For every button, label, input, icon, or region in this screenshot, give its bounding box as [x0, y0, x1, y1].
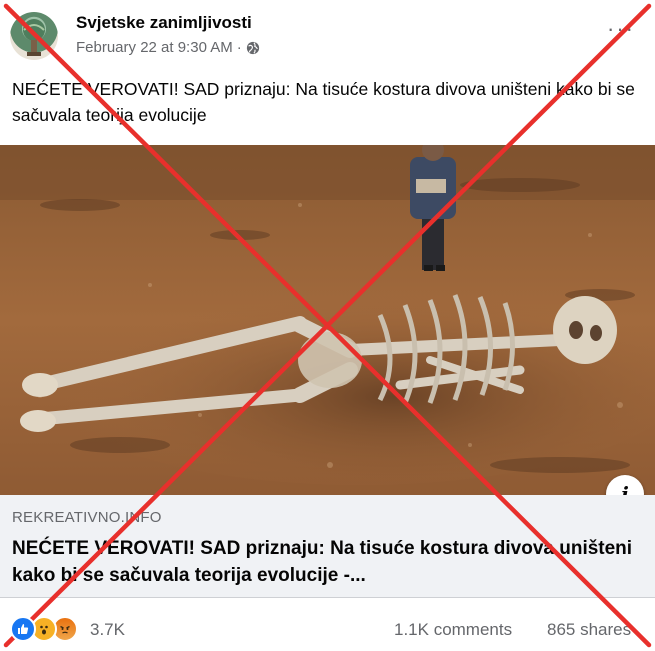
like-reaction-icon	[10, 616, 36, 642]
giant-skeleton-image	[0, 145, 655, 495]
post-photo[interactable]	[0, 145, 655, 495]
page-avatar[interactable]	[10, 12, 58, 60]
post-timestamp[interactable]: February 22 at 9:30 AM	[76, 39, 233, 56]
meta-separator: ·	[236, 39, 242, 56]
link-domain: REKREATIVNO.INFO	[12, 509, 162, 526]
comments-count[interactable]: 1.1K comments	[394, 620, 512, 640]
skull	[553, 296, 617, 364]
globe-icon	[246, 41, 259, 54]
author-name[interactable]: Svjetske zanimljivosti	[76, 13, 252, 33]
reaction-icons[interactable]	[10, 616, 78, 642]
post-meta: February 22 at 9:30 AM ·	[76, 39, 260, 56]
link-title[interactable]: NEĆETE VEROVATI! SAD priznaju: Na tisuće…	[12, 535, 642, 589]
facebook-post: Svjetske zanimljivosti February 22 at 9:…	[0, 0, 655, 651]
reaction-count[interactable]: 3.7K	[90, 620, 125, 640]
avatar-image	[23, 19, 45, 56]
shares-count[interactable]: 865 shares	[547, 620, 631, 640]
post-text: NEĆETE VEROVATI! SAD priznaju: Na tisuće…	[12, 79, 635, 125]
engagement-bar: 3.7K 1.1K comments 865 shares	[0, 598, 655, 651]
post-header: Svjetske zanimljivosti February 22 at 9:…	[0, 0, 655, 70]
link-preview[interactable]: REKREATIVNO.INFO NEĆETE VEROVATI! SAD pr…	[0, 495, 655, 597]
more-options-icon[interactable]: ···	[607, 18, 635, 40]
pelvis	[298, 332, 362, 388]
